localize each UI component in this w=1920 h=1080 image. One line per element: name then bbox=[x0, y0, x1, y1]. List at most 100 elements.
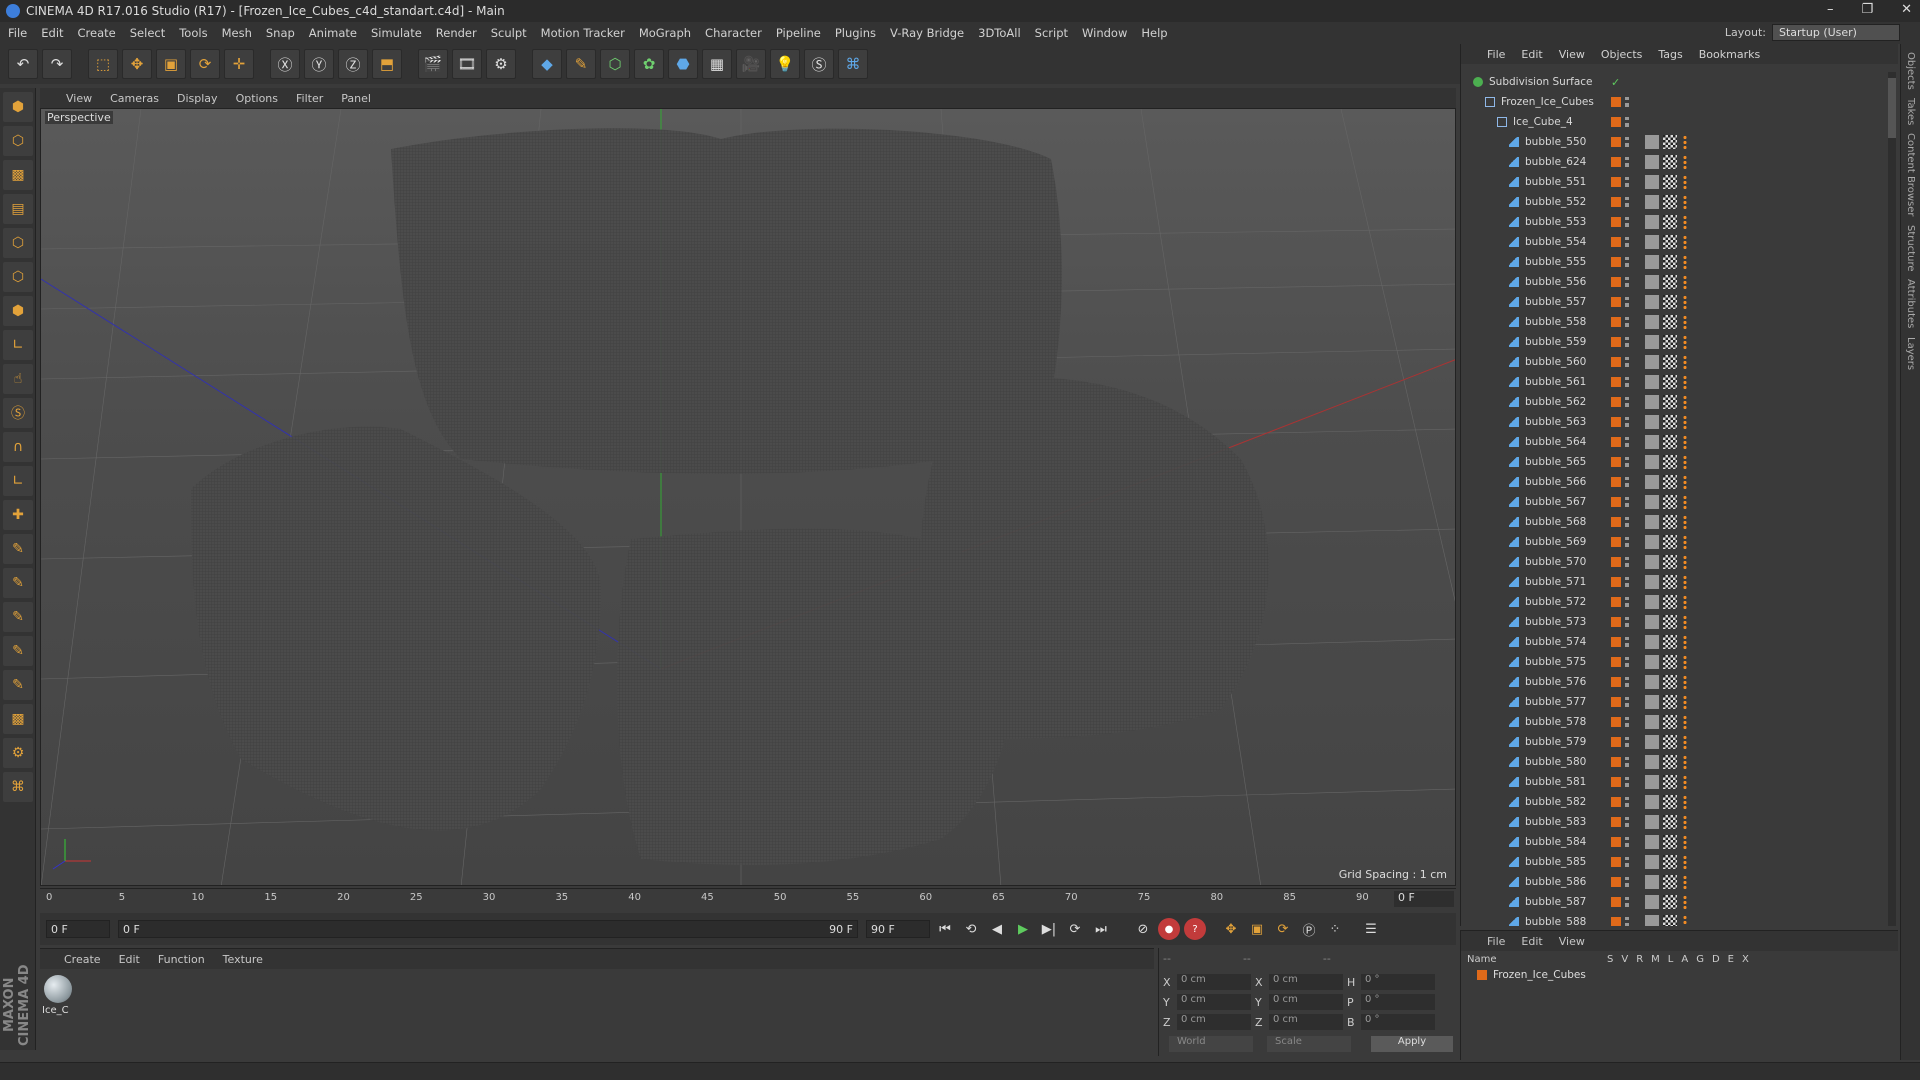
visibility-dots-icon[interactable] bbox=[1625, 257, 1629, 267]
cube-primitive-icon[interactable]: ◆ bbox=[532, 49, 562, 79]
object-row[interactable]: bubble_566 bbox=[1461, 472, 1879, 492]
menu-animate[interactable]: Animate bbox=[309, 26, 357, 40]
layer-color-icon[interactable] bbox=[1611, 257, 1621, 267]
texture-tag-icon[interactable] bbox=[1663, 435, 1677, 449]
live-selection-icon[interactable]: ⬚ bbox=[88, 49, 118, 79]
texture-tag-icon[interactable] bbox=[1663, 495, 1677, 509]
layer-color-icon[interactable] bbox=[1611, 677, 1621, 687]
next-key-icon[interactable]: ⟳ bbox=[1064, 918, 1086, 940]
menu-v-ray-bridge[interactable]: V-Ray Bridge bbox=[890, 26, 964, 40]
material-tag-icon[interactable] bbox=[1645, 395, 1659, 409]
autokey-icon[interactable]: ● bbox=[1158, 918, 1180, 940]
texture-tag-icon[interactable] bbox=[1663, 415, 1677, 429]
selection-tag-icon[interactable] bbox=[1681, 435, 1689, 449]
menu-motion-tracker[interactable]: Motion Tracker bbox=[541, 26, 625, 40]
object-row[interactable]: bubble_572 bbox=[1461, 592, 1879, 612]
viewport-perspective[interactable]: Perspective Grid Spacing : 1 cm bbox=[40, 108, 1456, 886]
object-row[interactable]: bubble_584 bbox=[1461, 832, 1879, 852]
paint-brush-icon[interactable]: ✎ bbox=[3, 602, 33, 632]
texture-tag-icon[interactable] bbox=[1663, 655, 1677, 669]
light-icon[interactable]: 💡 bbox=[770, 49, 800, 79]
visibility-dots-icon[interactable] bbox=[1625, 377, 1629, 387]
texture-tag-icon[interactable] bbox=[1663, 295, 1677, 309]
menu-create[interactable]: Create bbox=[78, 26, 116, 40]
frame-range-slider[interactable]: 0 F 90 F bbox=[118, 920, 858, 938]
layer-color-icon[interactable] bbox=[1611, 837, 1621, 847]
position-z-field[interactable]: 0 cm bbox=[1177, 1014, 1251, 1030]
selection-tag-icon[interactable] bbox=[1681, 475, 1689, 489]
texture-tag-icon[interactable] bbox=[1663, 595, 1677, 609]
magnet-icon[interactable]: ⚙ bbox=[3, 738, 33, 768]
start-frame-field[interactable]: 0 F bbox=[46, 920, 110, 938]
rotation-h-field[interactable]: 0 ° bbox=[1361, 974, 1435, 990]
texture-tag-icon[interactable] bbox=[1663, 575, 1677, 589]
texture-tag-icon[interactable] bbox=[1663, 755, 1677, 769]
selection-tag-icon[interactable] bbox=[1681, 355, 1689, 369]
texture-axis-icon[interactable]: ▩ bbox=[3, 704, 33, 734]
layer-color-icon[interactable] bbox=[1611, 497, 1621, 507]
visibility-dots-icon[interactable] bbox=[1625, 797, 1629, 807]
selection-tag-icon[interactable] bbox=[1681, 535, 1689, 549]
layer-color-icon[interactable] bbox=[1611, 597, 1621, 607]
layout-dropdown[interactable]: Startup (User) bbox=[1772, 24, 1900, 41]
texture-tag-icon[interactable] bbox=[1663, 195, 1677, 209]
visibility-dots-icon[interactable] bbox=[1625, 717, 1629, 727]
visibility-dots-icon[interactable] bbox=[1625, 177, 1629, 187]
rotation-p-field[interactable]: 0 ° bbox=[1361, 994, 1435, 1010]
selection-tag-icon[interactable] bbox=[1681, 395, 1689, 409]
scale-icon[interactable]: ▣ bbox=[156, 49, 186, 79]
material-tag-icon[interactable] bbox=[1645, 815, 1659, 829]
key-scale-icon[interactable]: ▣ bbox=[1246, 918, 1268, 940]
texture-tag-icon[interactable] bbox=[1663, 555, 1677, 569]
visibility-dots-icon[interactable] bbox=[1625, 237, 1629, 247]
objects-menu-tags[interactable]: Tags bbox=[1658, 48, 1682, 61]
key-rotation-icon[interactable]: ⟳ bbox=[1272, 918, 1294, 940]
selection-tag-icon[interactable] bbox=[1681, 195, 1689, 209]
objects-menu-edit[interactable]: Edit bbox=[1521, 48, 1542, 61]
go-to-end-icon[interactable]: ⏭ bbox=[1090, 918, 1112, 940]
visibility-dots-icon[interactable] bbox=[1625, 617, 1629, 627]
menu-mograph[interactable]: MoGraph bbox=[639, 26, 691, 40]
visibility-dots-icon[interactable] bbox=[1625, 677, 1629, 687]
material-tag-icon[interactable] bbox=[1645, 215, 1659, 229]
previous-frame-icon[interactable]: ◀ bbox=[986, 918, 1008, 940]
rotate-icon[interactable]: ⟳ bbox=[190, 49, 220, 79]
layers-menu-edit[interactable]: Edit bbox=[1521, 935, 1542, 948]
layer-color-icon[interactable] bbox=[1611, 537, 1621, 547]
layer-color-icon[interactable] bbox=[1611, 757, 1621, 767]
camera-icon[interactable]: 🎥 bbox=[736, 49, 766, 79]
object-row[interactable]: bubble_569 bbox=[1461, 532, 1879, 552]
selection-tag-icon[interactable] bbox=[1681, 835, 1689, 849]
viewport-menu-filter[interactable]: Filter bbox=[296, 92, 323, 105]
layer-row[interactable]: Frozen_Ice_Cubes bbox=[1461, 967, 1898, 983]
record-keys-icon[interactable]: ⊘ bbox=[1132, 918, 1154, 940]
visibility-dots-icon[interactable] bbox=[1625, 217, 1629, 227]
object-row[interactable]: bubble_578 bbox=[1461, 712, 1879, 732]
material-tag-icon[interactable] bbox=[1645, 535, 1659, 549]
layer-color-icon[interactable] bbox=[1611, 117, 1621, 127]
selection-tag-icon[interactable] bbox=[1681, 715, 1689, 729]
object-row[interactable]: bubble_570 bbox=[1461, 552, 1879, 572]
size-z-field[interactable]: 0 cm bbox=[1269, 1014, 1343, 1030]
objects-menu-view[interactable]: View bbox=[1559, 48, 1585, 61]
visibility-dots-icon[interactable] bbox=[1625, 457, 1629, 467]
material-tag-icon[interactable] bbox=[1645, 575, 1659, 589]
rotation-b-field[interactable]: 0 ° bbox=[1361, 1014, 1435, 1030]
material-tag-icon[interactable] bbox=[1645, 835, 1659, 849]
visibility-dots-icon[interactable] bbox=[1625, 657, 1629, 667]
viewport-menu-cameras[interactable]: Cameras bbox=[110, 92, 159, 105]
solo-icon[interactable]: Ⓢ bbox=[3, 398, 33, 428]
selection-tag-icon[interactable] bbox=[1681, 315, 1689, 329]
minimize-button[interactable]: – bbox=[1827, 2, 1834, 17]
object-tree-scrollbar[interactable] bbox=[1888, 72, 1896, 926]
layer-color-icon[interactable] bbox=[1611, 177, 1621, 187]
grab-brush-icon[interactable]: ✎ bbox=[3, 636, 33, 666]
position-y-field[interactable]: 0 cm bbox=[1177, 994, 1251, 1010]
layer-color-icon[interactable] bbox=[1611, 737, 1621, 747]
object-row[interactable]: bubble_573 bbox=[1461, 612, 1879, 632]
menu-mesh[interactable]: Mesh bbox=[222, 26, 252, 40]
selection-tag-icon[interactable] bbox=[1681, 615, 1689, 629]
menu-select[interactable]: Select bbox=[130, 26, 165, 40]
layer-color-icon[interactable] bbox=[1611, 157, 1621, 167]
texture-tag-icon[interactable] bbox=[1663, 175, 1677, 189]
